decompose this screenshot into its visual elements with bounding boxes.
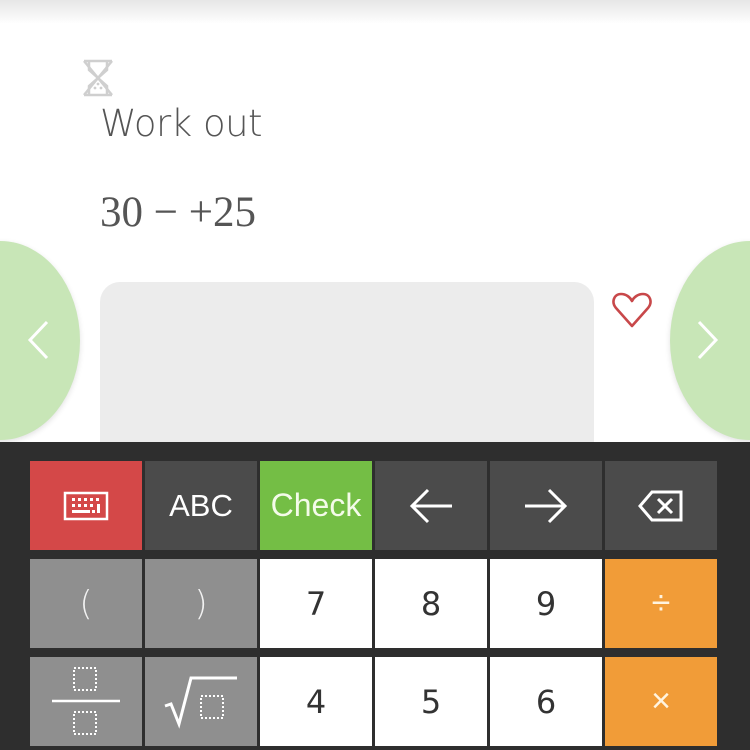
square-root-icon	[164, 676, 237, 729]
digit-7-key[interactable]: 7	[260, 559, 372, 648]
cursor-right-key[interactable]	[490, 461, 602, 550]
digit-6-key[interactable]: 6	[490, 657, 602, 746]
keyboard-icon	[63, 491, 109, 520]
divide-label: ÷	[651, 584, 671, 622]
close-paren-label: )	[194, 583, 208, 624]
question-prompt: Work out	[100, 102, 263, 145]
backspace-key[interactable]	[605, 461, 717, 550]
digit-9-label: 9	[535, 584, 557, 623]
check-button[interactable]: Check	[260, 461, 372, 550]
digit-4-label: 4	[305, 682, 327, 721]
arrow-right-icon	[525, 488, 568, 523]
fraction-key[interactable]	[30, 657, 142, 746]
digit-8-key[interactable]: 8	[375, 559, 487, 648]
abc-key-label: ABC	[169, 487, 233, 523]
check-button-label: Check	[270, 487, 362, 523]
close-paren-key[interactable]: )	[145, 559, 257, 648]
abc-key[interactable]: ABC	[145, 461, 257, 550]
next-question-button[interactable]	[670, 241, 750, 440]
digit-8-label: 8	[420, 584, 442, 623]
digit-7-label: 7	[305, 584, 327, 623]
divide-key[interactable]: ÷	[605, 559, 717, 648]
keyboard-toggle-key[interactable]	[30, 461, 142, 550]
arrow-left-icon	[409, 488, 452, 523]
digit-5-label: 5	[420, 682, 442, 721]
square-root-key[interactable]	[145, 657, 257, 746]
fraction-icon	[52, 666, 120, 735]
previous-question-button[interactable]	[0, 241, 80, 440]
hourglass-crossed-icon	[83, 59, 113, 97]
heart-outline-icon[interactable]	[611, 290, 653, 330]
open-paren-label: (	[79, 583, 93, 624]
multiply-label: ×	[651, 682, 671, 720]
chevron-left-icon	[27, 320, 49, 360]
cursor-left-key[interactable]	[375, 461, 487, 550]
top-bar-shadow	[0, 0, 750, 24]
digit-4-key[interactable]: 4	[260, 657, 372, 746]
digit-9-key[interactable]: 9	[490, 559, 602, 648]
math-keyboard: ABC Check ( ) 7 8 9 ÷ 4 5 6 ×	[0, 442, 750, 750]
chevron-right-icon	[697, 320, 719, 360]
digit-6-label: 6	[535, 682, 557, 721]
question-expression: 30 − +25	[100, 189, 257, 236]
multiply-key[interactable]: ×	[605, 657, 717, 746]
backspace-icon	[638, 490, 683, 521]
digit-5-key[interactable]: 5	[375, 657, 487, 746]
open-paren-key[interactable]: (	[30, 559, 142, 648]
